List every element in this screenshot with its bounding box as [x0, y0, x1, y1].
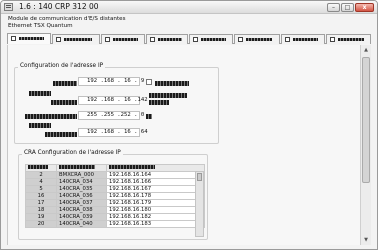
column-header[interactable]: [106, 164, 205, 172]
column-header[interactable]: [25, 164, 57, 172]
scroll-up-icon[interactable]: ▲: [362, 46, 370, 54]
field-label-redacted: [149, 100, 169, 105]
scroll-thumb[interactable]: [362, 57, 370, 183]
cra-table: 2 BMXCRA_000 192.168.16.164 4 140CRA_034…: [25, 164, 205, 228]
row-index: 5: [25, 185, 57, 193]
ip-address-field[interactable]: 192 .168 . 16 . 9: [78, 77, 144, 86]
row-index: 20: [25, 220, 57, 228]
cra-name: 140CRA_036: [56, 192, 107, 200]
table-header-row: [25, 164, 205, 172]
field-label-redacted: [149, 93, 187, 98]
title-bar[interactable]: 1.6 : 140 CRP 312 00 – □ x: [1, 1, 377, 14]
tab-label-redacted: [113, 37, 139, 41]
address-label-redacted: [45, 132, 77, 137]
table-row[interactable]: 5 140CRA_035 192.168.16.167: [25, 185, 205, 193]
tab-icon: [56, 37, 61, 42]
cra-ip-cell[interactable]: 192.168.16.180: [106, 206, 205, 214]
tab-icon: [105, 37, 110, 42]
tab-label-redacted: [246, 37, 273, 41]
ip-range-field[interactable]: 192 .168 . 16 . 64: [78, 128, 148, 137]
tab-icon: [11, 36, 16, 41]
subnet-label-redacted: [25, 114, 77, 119]
cra-config-title: CRA Configuration de l'adresse IP: [22, 150, 123, 156]
tab-1[interactable]: [7, 33, 51, 44]
table-row[interactable]: 2 BMXCRA_000 192.168.16.164: [25, 171, 205, 179]
row-index: 4: [25, 178, 57, 186]
checkbox-label-redacted: [155, 81, 189, 86]
tab-8[interactable]: [326, 34, 371, 44]
tab-label-redacted: [201, 37, 227, 41]
table-row[interactable]: 19 140CRA_039 192.168.16.182: [25, 213, 205, 221]
module-config-window: 1.6 : 140 CRP 312 00 – □ x Module de com…: [0, 0, 378, 250]
header-label-redacted: [28, 165, 48, 169]
table-row[interactable]: 18 140CRA_038 192.168.16.180: [25, 206, 205, 214]
maximize-button[interactable]: □: [341, 3, 354, 12]
tab-icon: [193, 37, 198, 42]
cra-ip-cell[interactable]: 192.168.16.183: [106, 220, 205, 228]
tab-label-redacted: [158, 37, 182, 41]
tab-icon: [238, 37, 243, 42]
close-button[interactable]: x: [355, 3, 374, 12]
row-index: 16: [25, 192, 57, 200]
row-index: 17: [25, 199, 57, 207]
enable-checkbox[interactable]: [146, 79, 152, 85]
field-label-redacted: [29, 91, 51, 96]
cra-ip-cell[interactable]: 192.168.16.179: [106, 199, 205, 207]
cra-name: 140CRA_034: [56, 178, 107, 186]
cra-ip-cell[interactable]: 192.168.16.166: [106, 178, 205, 186]
field-label-redacted: [146, 114, 152, 119]
tab-2[interactable]: [52, 34, 100, 44]
tab-6[interactable]: [234, 34, 280, 44]
column-header[interactable]: [56, 164, 107, 172]
cra-name: 140CRA_039: [56, 213, 107, 221]
tab-icon: [330, 37, 335, 42]
row-index: 19: [25, 213, 57, 221]
vertical-scrollbar[interactable]: ▲ ▼: [360, 45, 371, 245]
module-network: Ethernet TSX Quantum: [8, 22, 73, 29]
cra-name: 140CRA_035: [56, 185, 107, 193]
row-index: 2: [25, 171, 57, 179]
tab-4[interactable]: [146, 34, 188, 44]
cra-ip-cell[interactable]: 192.168.16.178: [106, 192, 205, 200]
table-row[interactable]: 20 140CRA_040 192.168.16.183: [25, 220, 205, 228]
table-scroll-thumb[interactable]: [197, 173, 202, 181]
tab-5[interactable]: [189, 34, 233, 44]
cra-name: 140CRA_037: [56, 199, 107, 207]
cra-ip-cell[interactable]: 192.168.16.164: [106, 171, 205, 179]
tab-3[interactable]: [101, 34, 145, 44]
header-label-redacted: [59, 165, 95, 169]
cra-name: 140CRA_040: [56, 220, 107, 228]
table-scrollbar[interactable]: [195, 171, 204, 237]
tab-strip: [7, 33, 371, 44]
table-row[interactable]: 4 140CRA_034 192.168.16.166: [25, 178, 205, 186]
table-row[interactable]: 16 140CRA_036 192.168.16.178: [25, 192, 205, 200]
window-title: 1.6 : 140 CRP 312 00: [19, 2, 99, 11]
table-row[interactable]: 17 140CRA_037 192.168.16.179: [25, 199, 205, 207]
ip-config-title: Configuration de l'adresse IP: [18, 63, 106, 69]
ip-label-redacted: [53, 81, 77, 86]
cra-ip-cell[interactable]: 192.168.16.167: [106, 185, 205, 193]
scroll-down-icon[interactable]: ▼: [362, 236, 370, 244]
tab-label-redacted: [338, 37, 364, 41]
header-label-redacted: [109, 165, 155, 169]
tab-label-redacted: [293, 37, 319, 41]
tab-icon: [150, 37, 155, 42]
minimize-button[interactable]: –: [327, 3, 340, 12]
module-icon: [4, 3, 13, 11]
module-description: Module de communication d'E/S distantes: [8, 16, 126, 22]
cra-ip-cell[interactable]: 192.168.16.182: [106, 213, 205, 221]
gateway-label-redacted: [51, 100, 77, 105]
tab-icon: [285, 37, 290, 42]
module-info: Module de communication d'E/S distantes …: [8, 16, 126, 29]
cra-name: BMXCRA_000: [56, 171, 107, 179]
tab-7[interactable]: [281, 34, 325, 44]
row-index: 18: [25, 206, 57, 214]
cra-name: 140CRA_038: [56, 206, 107, 214]
field-label-redacted: [29, 123, 51, 128]
gateway-field[interactable]: 192 .168 . 16 .142: [78, 96, 148, 105]
tab-label-redacted: [64, 37, 92, 41]
tab-label-redacted: [19, 36, 45, 40]
subnet-mask-field[interactable]: 255 .255 .252 . 0: [78, 111, 144, 120]
